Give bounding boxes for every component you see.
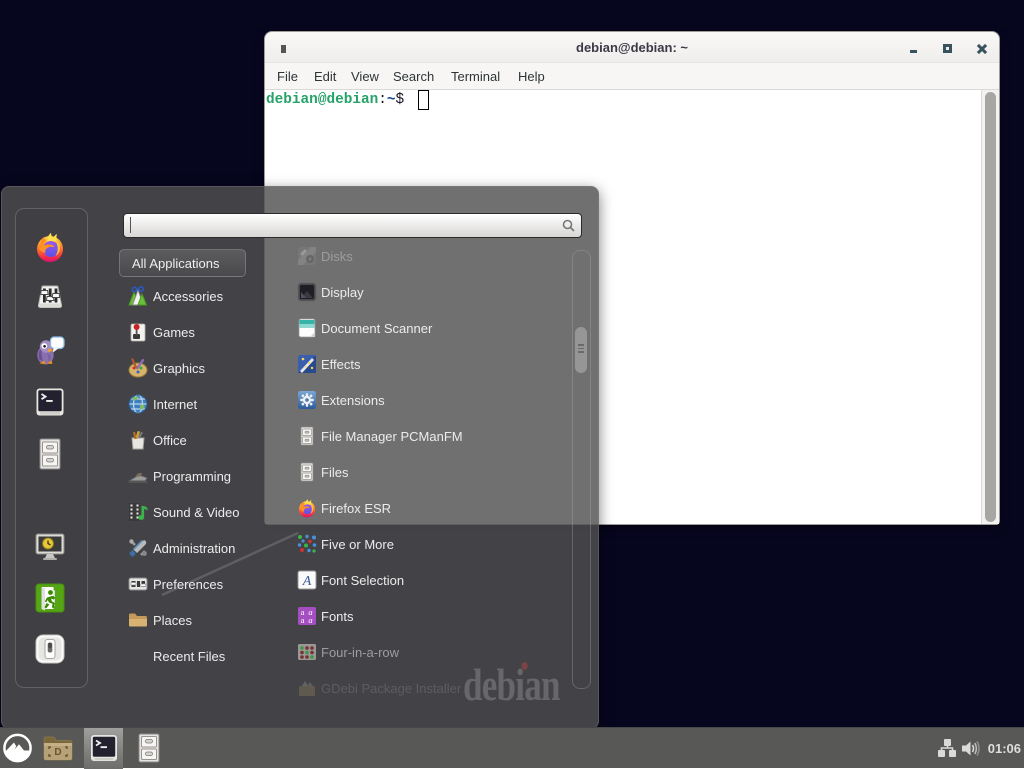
svg-text:D: D xyxy=(54,747,61,758)
svg-text:a: a xyxy=(301,615,305,625)
svg-text:a: a xyxy=(308,615,312,625)
svg-text:A: A xyxy=(302,574,312,589)
